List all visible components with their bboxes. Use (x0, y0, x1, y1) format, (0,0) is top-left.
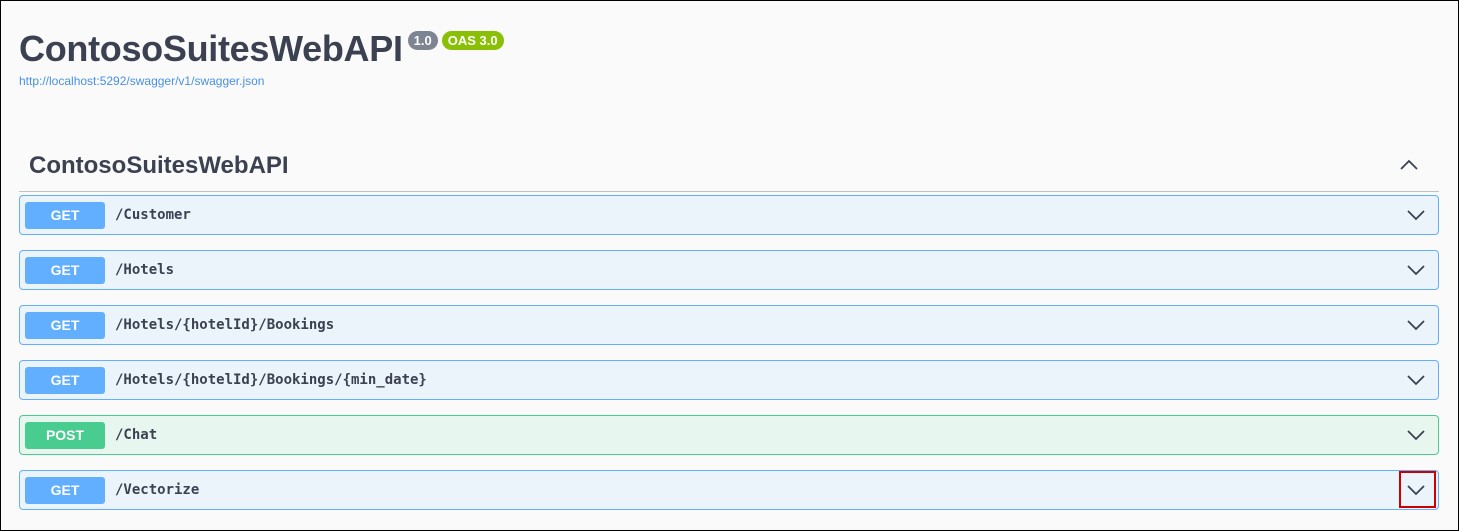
chevron-down-icon[interactable] (1404, 258, 1428, 282)
spec-url-link[interactable]: http://localhost:5292/swagger/v1/swagger… (19, 74, 504, 88)
operation-get-hotel-bookings-min-date[interactable]: GET /Hotels/{hotelId}/Bookings/{min_date… (19, 360, 1439, 400)
chevron-down-icon[interactable] (1404, 203, 1428, 227)
operation-get-hotels[interactable]: GET /Hotels (19, 250, 1439, 290)
chevron-up-icon[interactable] (1397, 153, 1421, 177)
method-badge: GET (25, 257, 105, 284)
operation-path: /Customer (115, 207, 191, 223)
operation-path: /Hotels/{hotelId}/Bookings (115, 317, 335, 333)
chevron-down-icon[interactable] (1404, 423, 1428, 447)
swagger-page: ContosoSuitesWebAPI 1.0 OAS 3.0 http://l… (0, 0, 1459, 531)
chevron-down-icon[interactable] (1404, 368, 1428, 392)
version-badge: 1.0 (407, 31, 438, 50)
chevron-down-icon[interactable] (1404, 313, 1428, 337)
title-row: ContosoSuitesWebAPI 1.0 OAS 3.0 (19, 27, 504, 71)
method-badge: POST (25, 422, 105, 449)
operation-get-customer[interactable]: GET /Customer (19, 195, 1439, 235)
highlight-box (1399, 471, 1436, 508)
method-badge: GET (25, 312, 105, 339)
tag-section-header[interactable]: ContosoSuitesWebAPI (19, 147, 1439, 192)
operation-path: /Hotels/{hotelId}/Bookings/{min_date} (115, 372, 427, 388)
oas-badge: OAS 3.0 (441, 31, 504, 50)
api-info: ContosoSuitesWebAPI 1.0 OAS 3.0 http://l… (19, 27, 504, 88)
operation-get-vectorize[interactable]: GET /Vectorize (19, 470, 1439, 510)
operation-path: /Vectorize (115, 482, 200, 498)
operation-post-chat[interactable]: POST /Chat (19, 415, 1439, 455)
method-badge: GET (25, 477, 105, 504)
method-badge: GET (25, 367, 105, 394)
operation-path: /Chat (115, 427, 158, 443)
method-badge: GET (25, 202, 105, 229)
api-title: ContosoSuitesWebAPI (19, 28, 403, 69)
tag-name: ContosoSuitesWebAPI (29, 152, 289, 179)
operation-get-hotel-bookings[interactable]: GET /Hotels/{hotelId}/Bookings (19, 305, 1439, 345)
operation-path: /Hotels (115, 262, 175, 278)
